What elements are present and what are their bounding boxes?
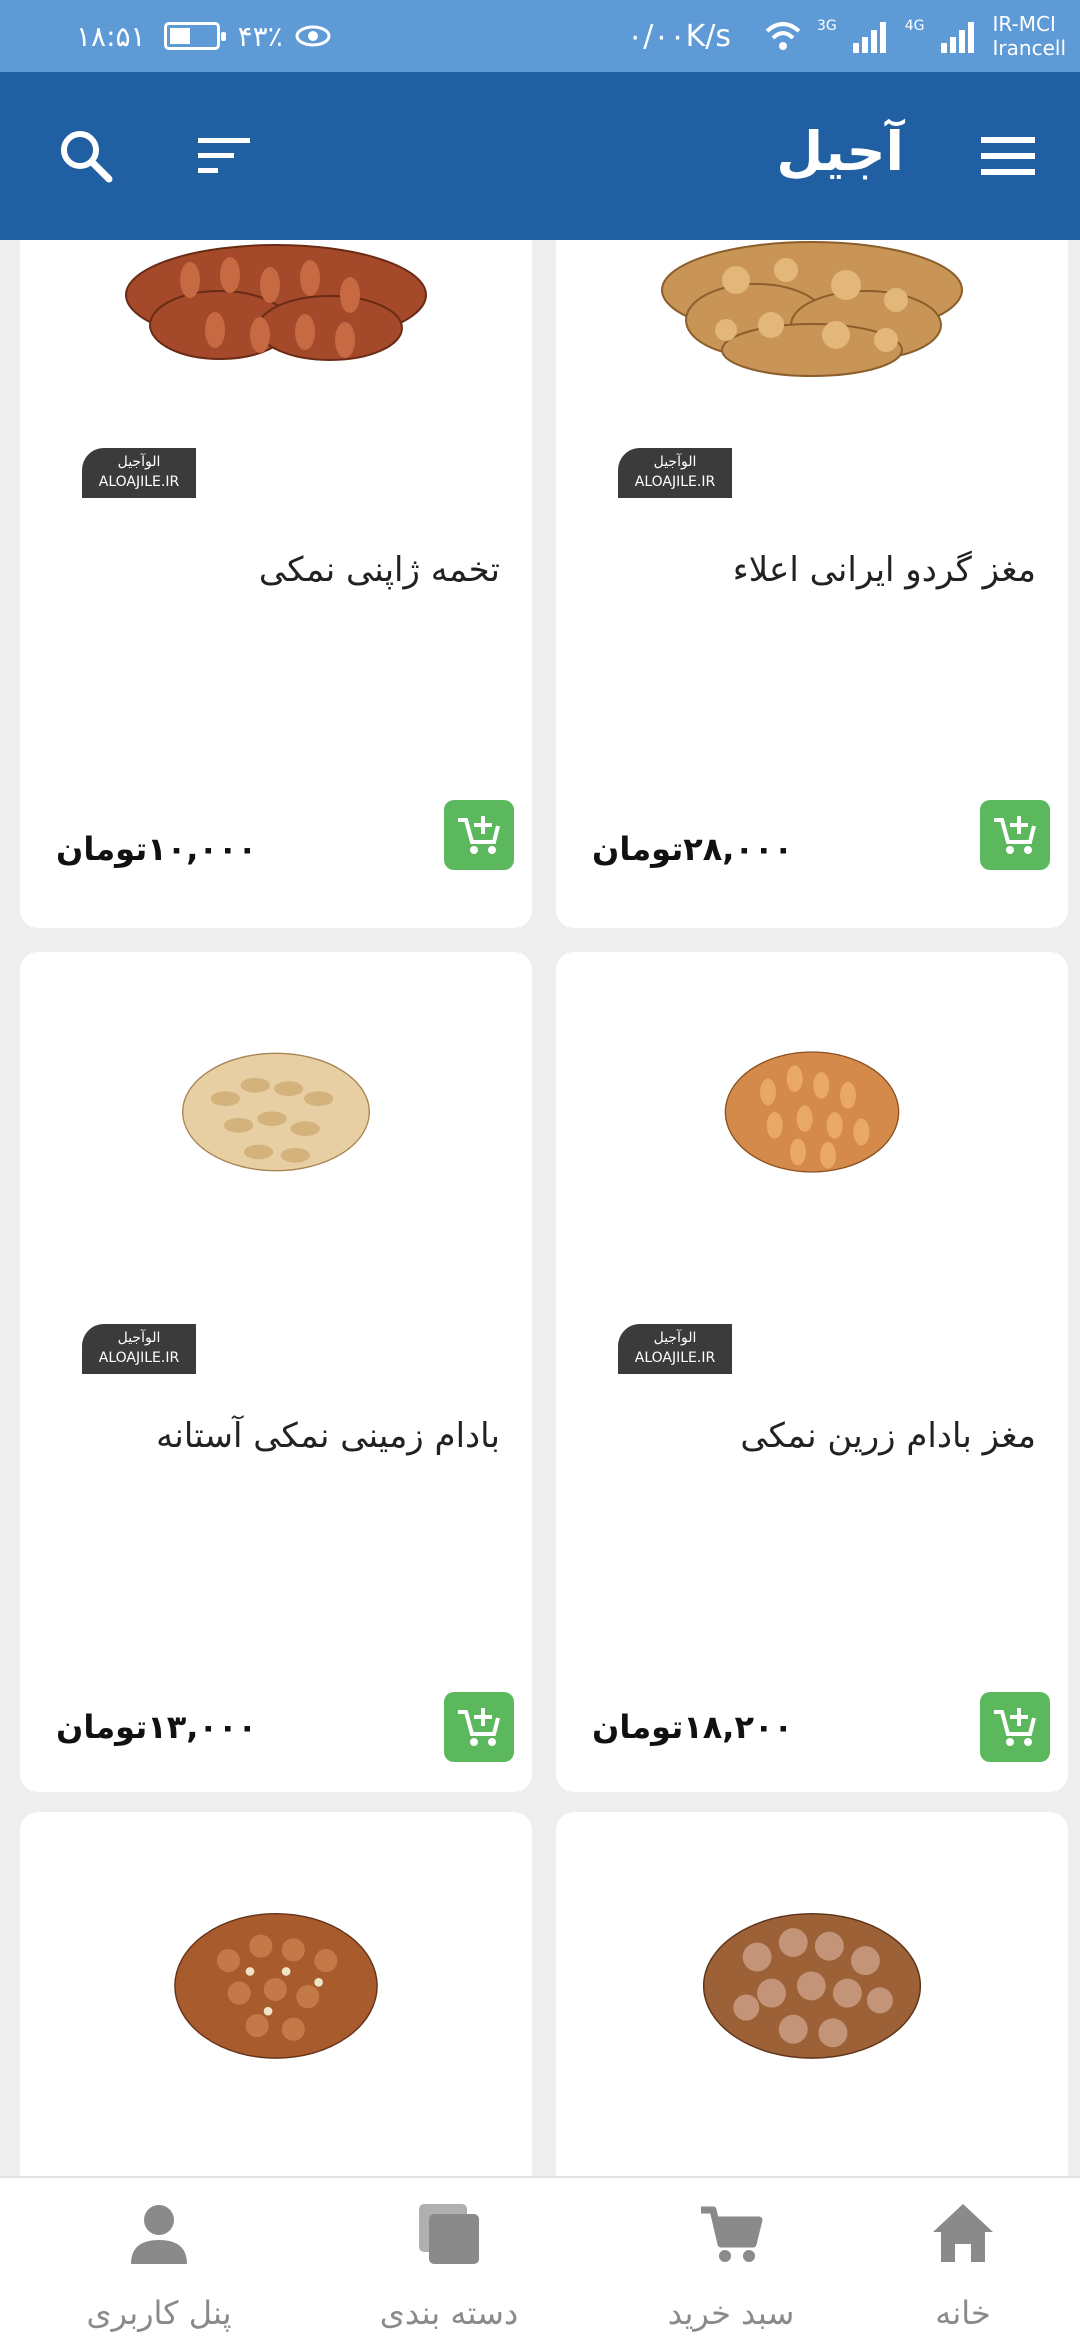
badge-line-2: ALOAJILE.IR bbox=[634, 1350, 716, 1366]
nav-cart-label: سبد خرید bbox=[667, 2294, 795, 2332]
user-icon bbox=[131, 2205, 187, 2264]
categories-icon bbox=[419, 2204, 479, 2264]
walnut-image bbox=[661, 241, 963, 377]
brand-badge: الوآجیل ALOAJILE.IR bbox=[82, 448, 196, 498]
product-card[interactable]: الوآجیل ALOAJILE.IR تخمه ژاپنی نمکی ۱۰,۰… bbox=[20, 240, 532, 928]
product-price: ۱۳,۰۰۰تومان bbox=[56, 1708, 258, 1746]
add-to-cart-icon bbox=[994, 1708, 1036, 1746]
nav-categories[interactable]: دسته بندی bbox=[314, 2178, 584, 2340]
nav-profile[interactable]: پنل کاربری bbox=[24, 2178, 294, 2340]
carrier-line-1: IR-MCI bbox=[992, 12, 1056, 36]
menu-button[interactable] bbox=[968, 116, 1048, 196]
carrier-name: IR-MCI Irancell bbox=[993, 12, 1066, 60]
badge-line-2: ALOAJILE.IR bbox=[98, 474, 180, 490]
wifi-icon bbox=[765, 22, 801, 50]
product-name: تخمه ژاپنی نمکی bbox=[258, 550, 500, 590]
brand-badge: الوآجیل ALOAJILE.IR bbox=[82, 1324, 196, 1374]
product-card[interactable]: الوآجیل ALOAJILE.IR مغز گردو ایرانی اعلا… bbox=[556, 240, 1068, 928]
home-icon bbox=[933, 2200, 997, 2262]
product-name: مغز بادام زرین نمکی bbox=[740, 1416, 1036, 1456]
status-bar: ۱۸:۵۱ ۴۳٪ ۰/۰۰K/s 3G 4G IR-MCI Irancell bbox=[0, 0, 1080, 72]
add-to-cart-button[interactable] bbox=[980, 800, 1050, 870]
sort-filter-icon bbox=[198, 138, 250, 173]
eye-icon bbox=[295, 25, 331, 47]
product-card[interactable] bbox=[20, 1812, 532, 2176]
bottom-navigation: خانه سبد خرید دسته بندی پنل کاربری bbox=[0, 2176, 1080, 2340]
product-grid: الوآجیل ALOAJILE.IR مغز گردو ایرانی اعلا… bbox=[0, 240, 1080, 2176]
badge-line-1: الوآجیل bbox=[117, 454, 161, 470]
carrier-line-2: Irancell bbox=[992, 36, 1066, 60]
add-to-cart-icon bbox=[458, 1708, 500, 1746]
sim1-type: 3G bbox=[817, 18, 837, 34]
almond-image bbox=[724, 1051, 900, 1173]
add-to-cart-button[interactable] bbox=[444, 1692, 514, 1762]
peanut-image bbox=[182, 1052, 370, 1172]
product-card[interactable]: الوآجیل ALOAJILE.IR بادام زمینی نمکی آست… bbox=[20, 952, 532, 1792]
search-button[interactable] bbox=[46, 116, 126, 196]
product-name: مغز گردو ایرانی اعلاء bbox=[732, 550, 1036, 590]
product-price: ۱۸,۲۰۰تومان bbox=[592, 1708, 794, 1746]
signal-icon-sim2 bbox=[940, 22, 974, 53]
hazelnut-shell-image bbox=[702, 1912, 922, 2059]
badge-line-1: الوآجیل bbox=[117, 1330, 161, 1346]
add-to-cart-button[interactable] bbox=[444, 800, 514, 870]
app-bar: آجیل bbox=[0, 72, 1080, 240]
badge-line-2: ALOAJILE.IR bbox=[634, 474, 716, 490]
brand-badge: الوآجیل ALOAJILE.IR bbox=[618, 1324, 732, 1374]
status-left: ۱۸:۵۱ ۴۳٪ bbox=[76, 14, 331, 58]
status-time: ۱۸:۵۱ bbox=[76, 19, 146, 53]
brand-badge: الوآجیل ALOAJILE.IR bbox=[618, 448, 732, 498]
product-card[interactable] bbox=[556, 1812, 1068, 2176]
add-to-cart-button[interactable] bbox=[980, 1692, 1050, 1762]
cart-icon bbox=[701, 2206, 763, 2262]
hazelnut-kernel-image bbox=[174, 1912, 378, 2059]
page-title: آجیل bbox=[776, 120, 904, 183]
battery-icon bbox=[163, 22, 226, 50]
hamburger-menu-icon bbox=[981, 137, 1035, 175]
badge-line-2: ALOAJILE.IR bbox=[98, 1350, 180, 1366]
status-right: ۰/۰۰K/s 3G 4G IR-MCI Irancell bbox=[627, 6, 1066, 66]
add-to-cart-icon bbox=[994, 816, 1036, 854]
nav-cart[interactable]: سبد خرید bbox=[596, 2178, 866, 2340]
signal-icon-sim1 bbox=[852, 22, 886, 53]
search-icon bbox=[61, 131, 113, 183]
product-card[interactable]: الوآجیل ALOAJILE.IR مغز بادام زرین نمکی … bbox=[556, 952, 1068, 1792]
product-price: ۲۸,۰۰۰تومان bbox=[592, 830, 794, 868]
nav-categories-label: دسته بندی bbox=[379, 2294, 519, 2332]
badge-line-1: الوآجیل bbox=[653, 1330, 697, 1346]
sim2-type: 4G bbox=[904, 18, 925, 34]
product-name: بادام زمینی نمکی آستانه bbox=[156, 1416, 500, 1456]
add-to-cart-icon bbox=[458, 816, 500, 854]
badge-line-1: الوآجیل bbox=[653, 454, 697, 470]
nav-profile-label: پنل کاربری bbox=[86, 2294, 232, 2332]
sort-button[interactable] bbox=[184, 116, 264, 196]
product-price: ۱۰,۰۰۰تومان bbox=[56, 830, 258, 868]
seed-image bbox=[125, 244, 427, 361]
network-speed: ۰/۰۰K/s bbox=[627, 18, 731, 54]
battery-level: ۴۳٪ bbox=[237, 19, 283, 53]
